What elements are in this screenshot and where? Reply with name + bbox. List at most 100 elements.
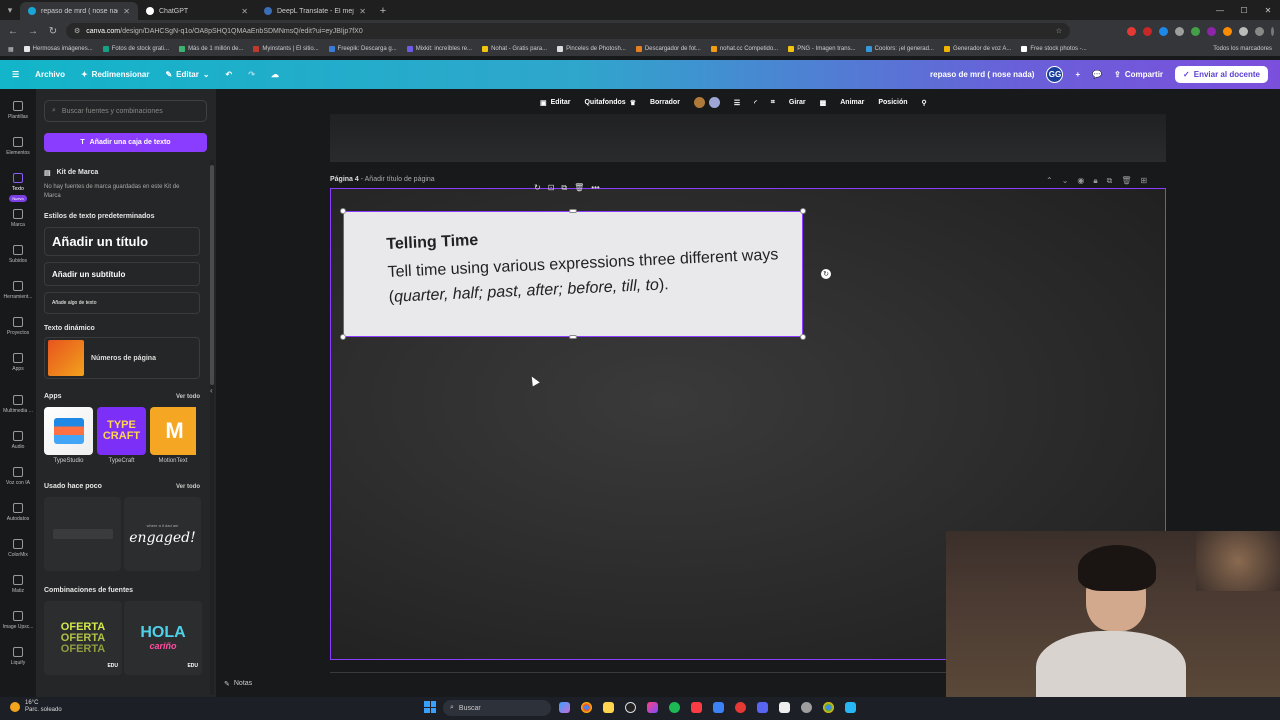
close-tab-icon[interactable]: ✕ — [241, 7, 248, 16]
add-collaborator-icon[interactable]: + — [1075, 70, 1080, 79]
recent-item[interactable]: where a it dad am engaged! — [124, 497, 201, 571]
sidebar-toggle-icon[interactable]: ☰ — [12, 70, 19, 79]
weather-widget[interactable]: 16°C Parc. soleado — [10, 700, 62, 714]
rail-item-texto[interactable]: Texto Nuevo — [0, 173, 36, 202]
rail-item-colormix[interactable]: ColorMix — [0, 539, 36, 558]
resize-handle[interactable] — [800, 208, 806, 214]
record-icon[interactable] — [735, 702, 746, 713]
rotate-handle-icon[interactable]: ↻ — [821, 269, 831, 279]
avatar[interactable]: GG — [1046, 66, 1064, 83]
resize-handle[interactable] — [569, 209, 577, 213]
resize-button[interactable]: ✦ Redimensionar — [81, 70, 150, 79]
redo-icon[interactable]: ↷ — [248, 70, 255, 79]
add-title-button[interactable]: Añadir un título — [44, 227, 200, 256]
app-motiontext[interactable]: M MotionText — [150, 407, 196, 464]
extension-icon[interactable] — [1191, 26, 1200, 36]
recent-item[interactable] — [44, 497, 121, 571]
remove-background-button[interactable]: Quitafondos ♛ — [584, 99, 636, 107]
rail-item-plantillas[interactable]: Plantillas — [0, 101, 36, 120]
forward-icon[interactable]: → — [26, 26, 40, 37]
rail-item-liquify[interactable]: Liquify — [0, 647, 36, 666]
bookmark-item[interactable]: Hermosas imágenes... — [23, 46, 93, 52]
copilot-icon[interactable] — [559, 702, 570, 713]
color-swatch[interactable] — [693, 97, 705, 108]
rail-item-audio[interactable]: Audio — [0, 431, 36, 450]
extension-icon[interactable] — [1223, 26, 1232, 36]
resize-handle[interactable] — [569, 335, 577, 339]
capcut-icon[interactable] — [713, 702, 724, 713]
selected-image[interactable]: Telling Time Tell time using various exp… — [343, 211, 803, 337]
rail-item-elementos[interactable]: Elementos — [0, 137, 36, 156]
paint-format-icon[interactable]: ⚲ — [922, 99, 927, 107]
apps-grid-icon[interactable]: ▦ — [8, 46, 14, 53]
photos-icon[interactable] — [647, 702, 658, 713]
rail-item-matiz[interactable]: Matiz — [0, 575, 36, 594]
bookmark-item[interactable]: Descargador de fot... — [635, 46, 701, 52]
menu-icon[interactable] — [1271, 26, 1274, 36]
minimize-icon[interactable]: — — [1208, 0, 1232, 20]
chrome-active-icon[interactable] — [823, 702, 834, 713]
page-numbers-button[interactable]: Números de página — [44, 337, 200, 379]
duplicate-icon[interactable]: ⧉ — [561, 183, 567, 193]
settings-icon[interactable] — [801, 702, 812, 713]
extension-icon[interactable] — [1207, 26, 1216, 36]
trash-icon[interactable]: 🗑︎ — [574, 183, 584, 193]
rail-item-herramient[interactable]: Herramient... — [0, 281, 36, 300]
apps-see-all-link[interactable]: Ver todo — [176, 394, 200, 400]
bookmark-item[interactable]: Fotos de stock grati... — [102, 46, 169, 52]
font-search-input[interactable]: ⌕ Buscar fuentes y combinaciones — [44, 100, 207, 122]
site-info-icon[interactable]: ⚙ — [74, 27, 80, 35]
share-button[interactable]: ⇪ Compartir — [1114, 70, 1163, 79]
rail-item-marca[interactable]: Marca — [0, 209, 36, 228]
combo-hola[interactable]: HOLA cariño EDU — [124, 601, 202, 675]
bookmark-item[interactable]: Nohat - Gratis para... — [482, 46, 547, 52]
add-body-text-button[interactable]: Añade algo de texto — [44, 292, 200, 314]
lines-icon[interactable]: ☰ — [734, 99, 740, 107]
rail-item-proyectos[interactable]: Proyectos — [0, 317, 36, 336]
eye-icon[interactable]: ◉ — [1077, 176, 1084, 186]
music-icon[interactable] — [691, 702, 702, 713]
chrome-icon[interactable] — [581, 702, 592, 713]
chevron-up-icon[interactable]: ⌃ — [1046, 176, 1053, 186]
bookmark-item[interactable]: Myinstants | El sitio... — [253, 46, 319, 52]
position-button[interactable]: Posición — [878, 99, 907, 106]
taskbar-search[interactable]: ⌕ Buscar — [443, 700, 551, 716]
discord-icon[interactable] — [757, 702, 768, 713]
rail-item-apps[interactable]: Apps — [0, 353, 36, 372]
send-to-teacher-button[interactable]: ✓ Enviar al docente — [1175, 66, 1268, 83]
obs-icon[interactable] — [625, 702, 636, 713]
capture-app-icon[interactable] — [845, 702, 856, 713]
app-typestudio[interactable]: TypeStudio — [44, 407, 93, 464]
bookmark-item[interactable]: Freepik: Descarga g... — [328, 46, 397, 52]
add-page-title[interactable]: Añadir título de página — [365, 176, 435, 183]
rail-item-multimedia[interactable]: Multimedia ... — [0, 395, 36, 414]
add-subtitle-button[interactable]: Añadir un subtítulo — [44, 262, 200, 286]
extension-icon[interactable] — [1143, 26, 1152, 36]
rail-item-voz-con-ia[interactable]: Voz con IA — [0, 467, 36, 486]
rotate-button[interactable]: Girar — [789, 99, 806, 106]
previous-page[interactable] — [330, 114, 1166, 162]
bookmark-item[interactable]: nohat.cc Competido... — [710, 46, 778, 52]
recent-see-all-link[interactable]: Ver todo — [176, 484, 200, 490]
extension-icon[interactable] — [1175, 26, 1184, 36]
tab-chatgpt[interactable]: ChatGPT ✕ — [138, 2, 256, 20]
new-tab-button[interactable]: + — [374, 2, 392, 20]
design-title[interactable]: repaso de mrd ( nose nada) — [930, 70, 1034, 79]
back-icon[interactable]: ← — [6, 26, 20, 37]
close-tab-icon[interactable]: ✕ — [359, 7, 366, 16]
animate-button[interactable]: Animar — [840, 99, 864, 106]
bookmark-item[interactable]: Free stock photos -... — [1021, 46, 1087, 52]
close-window-icon[interactable]: ✕ — [1256, 0, 1280, 20]
file-menu-button[interactable]: Archivo — [35, 70, 65, 79]
more-options-icon[interactable]: ••• — [591, 183, 599, 193]
color-swatch[interactable] — [708, 97, 720, 108]
edit-image-button[interactable]: ▣ Editar — [540, 99, 570, 107]
url-field[interactable]: ⚙ canva.com/design/DAHCSgN-q1o/OA8pSHQ1Q… — [66, 23, 1070, 39]
combo-oferta[interactable]: OFERTA OFERTA OFERTA EDU — [44, 601, 122, 675]
terminal-icon[interactable] — [603, 702, 614, 713]
rail-item-image-upsc[interactable]: Image Upsc... — [0, 611, 36, 630]
bookmark-item[interactable]: PNG - Imagen trans... — [788, 46, 856, 52]
trash-icon[interactable]: 🗑︎ — [1121, 176, 1131, 186]
profile-icon[interactable] — [1255, 26, 1264, 36]
edit-menu-button[interactable]: ✎ Editar ⌄ — [165, 70, 209, 79]
